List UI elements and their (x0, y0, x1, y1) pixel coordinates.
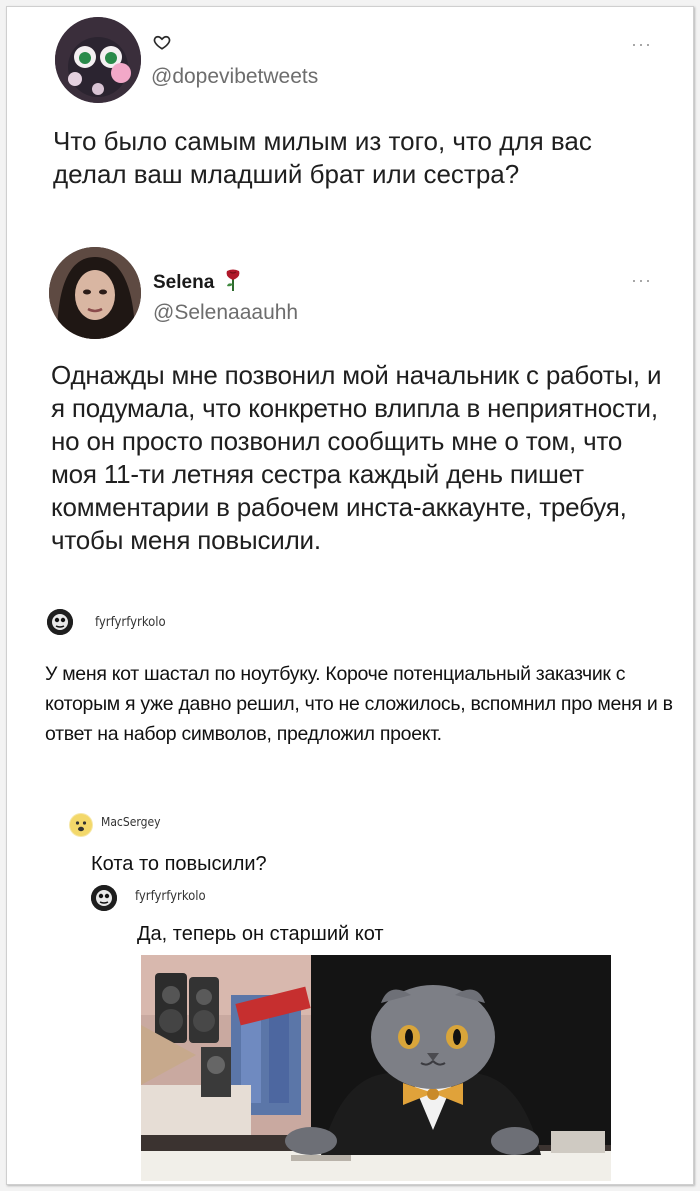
more-icon[interactable]: ··· (631, 35, 652, 53)
comment2-text: Кота то повысили? (91, 853, 267, 875)
cat-boss-photo (141, 955, 611, 1181)
heart-icon[interactable] (153, 33, 171, 51)
tweet2-name[interactable]: Selena (153, 269, 242, 297)
tweet2-handle[interactable]: @Selenaaauhh (153, 301, 298, 325)
tweet1-handle[interactable]: @dopevibetweets (151, 65, 318, 89)
avatar-image (70, 814, 92, 836)
avatar-fyrfyrfyrkolo[interactable] (91, 885, 117, 911)
tweet2-text: Однажды мне позвонил мой начальник с раб… (51, 360, 662, 555)
avatar-image (49, 247, 141, 339)
avatar-image (47, 609, 73, 635)
rose-emoji-icon (224, 269, 242, 297)
avatar-dopevibetweets[interactable] (55, 17, 141, 103)
avatar-image (55, 17, 141, 103)
avatar-macsergey[interactable] (69, 813, 93, 837)
comment1-user[interactable]: fyrfyrfyrkolo (95, 615, 166, 630)
avatar-image (91, 885, 117, 911)
comment3-user[interactable]: fyrfyrfyrkolo (135, 889, 206, 904)
screenshot-frame: @dopevibetweets ··· Что было самым милым… (6, 6, 694, 1185)
comment2-user[interactable]: MacSergey (101, 815, 160, 829)
comment1-text: У меня кот шастал по ноутбуку. Короче по… (45, 663, 673, 745)
avatar-selena[interactable] (49, 247, 141, 339)
more-icon[interactable]: ··· (631, 271, 652, 289)
tweet2-name-text: Selena (153, 272, 215, 293)
comment3-text: Да, теперь он старший кот (137, 923, 384, 945)
avatar-fyrfyrfyrkolo[interactable] (47, 609, 73, 635)
tweet1-text: Что было самым милым из того, что для ва… (53, 126, 592, 189)
